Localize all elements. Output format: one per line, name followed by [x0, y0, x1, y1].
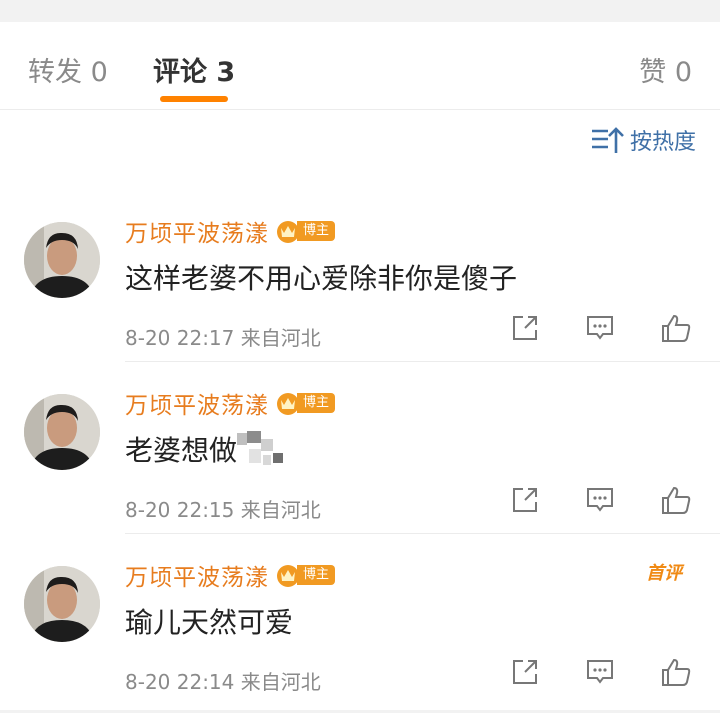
- like-icon[interactable]: [660, 485, 692, 515]
- comment-panel: 转发 0 评论 3 赞 0 按热度 万顷平波荡漾 博主 这样老婆不用心爱除非你是…: [0, 22, 720, 710]
- divider: [125, 361, 720, 362]
- comment-item: 万顷平波荡漾 博主 老婆想做 8-20 22:15 来自河北: [0, 364, 720, 534]
- avatar-image: [24, 394, 100, 470]
- badge-label: 博主: [297, 565, 336, 585]
- tab-bar: 转发 0 评论 3 赞 0: [0, 22, 720, 110]
- author-name[interactable]: 万顷平波荡漾: [125, 558, 269, 592]
- author-row: 万顷平波荡漾 博主: [125, 214, 336, 248]
- sort-label: 按热度: [629, 130, 696, 155]
- comment-item: 万顷平波荡漾 博主 首评 瑜儿天然可爱 8-20 22:14 来自河北: [0, 536, 720, 706]
- blogger-badge: 博主: [275, 391, 336, 415]
- like-icon[interactable]: [660, 657, 692, 687]
- share-icon[interactable]: [510, 313, 540, 343]
- tab-like[interactable]: 赞 0: [639, 50, 692, 89]
- comment-meta: 8-20 22:15 来自河北: [125, 498, 321, 522]
- like-icon[interactable]: [660, 313, 692, 343]
- avatar[interactable]: [24, 566, 100, 642]
- first-comment-tag: 首评: [646, 563, 682, 584]
- share-icon[interactable]: [510, 485, 540, 515]
- author-name[interactable]: 万顷平波荡漾: [125, 386, 269, 420]
- blogger-badge: 博主: [275, 563, 336, 587]
- sort-icon: [591, 127, 624, 153]
- share-icon[interactable]: [510, 657, 540, 687]
- top-gap: [0, 0, 720, 22]
- comment-text: 瑜儿天然可爱: [125, 606, 294, 639]
- avatar-image: [24, 222, 100, 298]
- comment-text: 老婆想做: [125, 434, 238, 467]
- comment-icon[interactable]: [585, 313, 615, 343]
- sort-button[interactable]: 按热度: [590, 124, 696, 156]
- badge-label: 博主: [297, 221, 336, 241]
- avatar-image: [24, 566, 100, 642]
- author-row: 万顷平波荡漾 博主: [125, 558, 336, 592]
- badge-label: 博主: [297, 393, 336, 413]
- author-name[interactable]: 万顷平波荡漾: [125, 214, 269, 248]
- active-tab-indicator: [160, 96, 228, 102]
- avatar[interactable]: [24, 394, 100, 470]
- comment-icon[interactable]: [585, 657, 615, 687]
- comment-actions: [510, 485, 692, 515]
- comment-text: 这样老婆不用心爱除非你是傻子: [125, 262, 518, 295]
- comment-item: 万顷平波荡漾 博主 这样老婆不用心爱除非你是傻子 8-20 22:17 来自河北: [0, 192, 720, 362]
- avatar[interactable]: [24, 222, 100, 298]
- blogger-badge: 博主: [275, 219, 336, 243]
- tab-repost[interactable]: 转发 0: [28, 50, 108, 89]
- comment-actions: [510, 313, 692, 343]
- comment-icon[interactable]: [585, 485, 615, 515]
- comment-meta: 8-20 22:14 来自河北: [125, 670, 321, 694]
- divider: [125, 533, 720, 534]
- censor-mosaic: [237, 431, 283, 465]
- tab-comment[interactable]: 评论 3: [153, 50, 235, 89]
- author-row: 万顷平波荡漾 博主: [125, 386, 336, 420]
- comment-meta: 8-20 22:17 来自河北: [125, 326, 321, 350]
- comment-actions: [510, 657, 692, 687]
